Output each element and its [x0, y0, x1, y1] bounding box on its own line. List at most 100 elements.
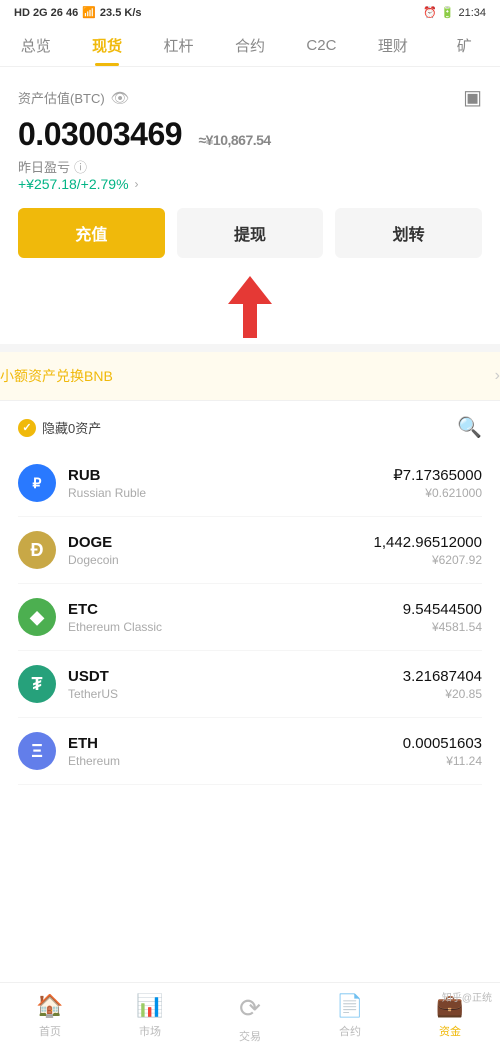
asset-label-text: 资产估值(BTC): [18, 88, 105, 107]
coin-amount-usdt: 3.21687404: [403, 668, 482, 685]
status-left: HD 2G 26 46 📶 23.5 K/s: [14, 6, 142, 19]
nav-futures[interactable]: 📄 合约: [300, 991, 400, 1046]
pnl-chevron: ›: [135, 177, 139, 191]
nav-trade-label: 交易: [239, 1028, 261, 1044]
arrow-annotation: [18, 276, 482, 338]
main-content: 资产估值(BTC) 👁 ▣ 0.03003469 ≈¥10,867.54 昨日盈…: [0, 67, 500, 338]
coin-amount-doge: 1,442.96512000: [374, 534, 482, 551]
coin-name-usdt: USDT: [68, 668, 403, 685]
nav-home[interactable]: 🏠 首页: [0, 991, 100, 1046]
nav-futures-label: 合约: [339, 1023, 361, 1039]
asset-value: 0.03003469 ≈¥10,867.54: [18, 116, 482, 153]
hide-zero-toggle[interactable]: 隐藏0资产: [18, 418, 101, 437]
tab-contract[interactable]: 合约: [214, 29, 285, 66]
alarm-icon: ⏰: [423, 6, 437, 19]
coin-name-doge: DOGE: [68, 534, 374, 551]
market-icon: 📊: [136, 993, 163, 1019]
pnl-label: 昨日盈亏 ⓘ: [18, 157, 482, 176]
bnb-banner[interactable]: 小额资产兑换BNB ›: [0, 352, 500, 401]
tab-finance[interactable]: 理财: [357, 29, 428, 66]
search-icon[interactable]: 🔍: [457, 415, 482, 440]
signal-icons: HD 2G 26 46: [14, 7, 78, 19]
check-icon: [18, 419, 36, 437]
coin-fullname-usdt: TetherUS: [68, 687, 403, 701]
coin-amount-eth: 0.00051603: [403, 735, 482, 752]
bnb-banner-text: 小额资产兑换BNB: [0, 366, 113, 386]
nav-trade[interactable]: ⟳ 交易: [200, 991, 300, 1046]
coin-cny-eth: ¥11.24: [403, 754, 482, 768]
rub-symbol: ₽: [33, 475, 42, 492]
network-speed: 23.5 K/s: [100, 7, 142, 19]
coin-name-eth: ETH: [68, 735, 403, 752]
coin-amount-rub: ₽7.17365000: [393, 466, 482, 484]
info-icon: ⓘ: [74, 157, 87, 176]
coin-icon-doge: Ð: [18, 531, 56, 569]
coin-info-eth: ETH Ethereum: [68, 735, 403, 768]
futures-icon: 📄: [336, 993, 363, 1019]
coin-info-etc: ETC Ethereum Classic: [68, 601, 403, 634]
coin-item-doge[interactable]: Ð DOGE Dogecoin 1,442.96512000 ¥6207.92: [18, 517, 482, 584]
status-bar: HD 2G 26 46 📶 23.5 K/s ⏰ 🔋 21:34: [0, 0, 500, 23]
coin-cny-doge: ¥6207.92: [374, 553, 482, 567]
arrow-head: [228, 276, 272, 304]
qr-icon[interactable]: ▣: [463, 85, 482, 110]
coin-item-rub[interactable]: ₽ RUB Russian Ruble ₽7.17365000 ¥0.62100…: [18, 450, 482, 517]
coin-values-doge: 1,442.96512000 ¥6207.92: [374, 534, 482, 567]
wifi-icon: 📶: [82, 6, 96, 19]
tab-c2c[interactable]: C2C: [286, 31, 357, 64]
watermark: 知乎@正统: [442, 989, 492, 1004]
coin-fullname-rub: Russian Ruble: [68, 486, 393, 500]
hide-zero-label: 隐藏0资产: [42, 418, 101, 437]
nav-market[interactable]: 📊 市场: [100, 991, 200, 1046]
coin-name-rub: RUB: [68, 467, 393, 484]
bottom-nav: 🏠 首页 📊 市场 ⟳ 交易 📄 合约 💼 资金: [0, 982, 500, 1056]
coin-info-usdt: USDT TetherUS: [68, 668, 403, 701]
tab-leverage[interactable]: 杠杆: [143, 29, 214, 66]
nav-market-label: 市场: [139, 1023, 161, 1039]
asset-pnl: +¥257.18/+2.79% ›: [18, 176, 482, 192]
tab-mining[interactable]: 矿: [429, 29, 500, 66]
coin-cny-usdt: ¥20.85: [403, 687, 482, 701]
coin-icon-etc: ◆: [18, 598, 56, 636]
coin-values-rub: ₽7.17365000 ¥0.621000: [393, 466, 482, 500]
etc-symbol: ◆: [30, 607, 44, 628]
coin-item-etc[interactable]: ◆ ETC Ethereum Classic 9.54544500 ¥4581.…: [18, 584, 482, 651]
pnl-label-text: 昨日盈亏: [18, 157, 70, 176]
tab-spot[interactable]: 现货: [71, 29, 142, 66]
coin-cny-rub: ¥0.621000: [393, 486, 482, 500]
home-icon: 🏠: [36, 993, 63, 1019]
asset-label: 资产估值(BTC) 👁: [18, 88, 130, 107]
coin-info-rub: RUB Russian Ruble: [68, 467, 393, 500]
asset-header: 资产估值(BTC) 👁 ▣: [18, 85, 482, 110]
coin-item-usdt[interactable]: ₮ USDT TetherUS 3.21687404 ¥20.85: [18, 651, 482, 718]
doge-symbol: Ð: [31, 540, 44, 561]
cny-value: ≈¥10,867.54: [198, 132, 270, 148]
withdraw-button[interactable]: 提现: [177, 208, 324, 258]
coin-values-etc: 9.54544500 ¥4581.54: [403, 601, 482, 634]
arrow-stem: [243, 304, 257, 338]
action-buttons: 充值 提现 划转: [18, 208, 482, 258]
coin-info-doge: DOGE Dogecoin: [68, 534, 374, 567]
coin-fullname-eth: Ethereum: [68, 754, 403, 768]
asset-list-section: 隐藏0资产 🔍 ₽ RUB Russian Ruble ₽7.17365000 …: [0, 401, 500, 865]
eth-symbol: Ξ: [31, 741, 43, 762]
status-right: ⏰ 🔋 21:34: [423, 6, 486, 19]
coin-item-eth[interactable]: Ξ ETH Ethereum 0.00051603 ¥11.24: [18, 718, 482, 785]
transfer-button[interactable]: 划转: [335, 208, 482, 258]
nav-tabs: 总览 现货 杠杆 合约 C2C 理财 矿: [0, 23, 500, 67]
btc-value: 0.03003469: [18, 116, 182, 152]
coin-fullname-doge: Dogecoin: [68, 553, 374, 567]
coin-values-eth: 0.00051603 ¥11.24: [403, 735, 482, 768]
section-divider: [0, 344, 500, 352]
eye-icon[interactable]: 👁: [111, 89, 130, 107]
coin-amount-etc: 9.54544500: [403, 601, 482, 618]
coin-name-etc: ETC: [68, 601, 403, 618]
coin-fullname-etc: Ethereum Classic: [68, 620, 403, 634]
usdt-symbol: ₮: [32, 674, 43, 695]
tab-overview[interactable]: 总览: [0, 29, 71, 66]
pnl-value: +¥257.18/+2.79%: [18, 176, 129, 192]
recharge-button[interactable]: 充值: [18, 208, 165, 258]
nav-assets-label: 资金: [439, 1023, 461, 1039]
up-arrow: [228, 276, 272, 338]
time-display: 21:34: [458, 7, 486, 19]
